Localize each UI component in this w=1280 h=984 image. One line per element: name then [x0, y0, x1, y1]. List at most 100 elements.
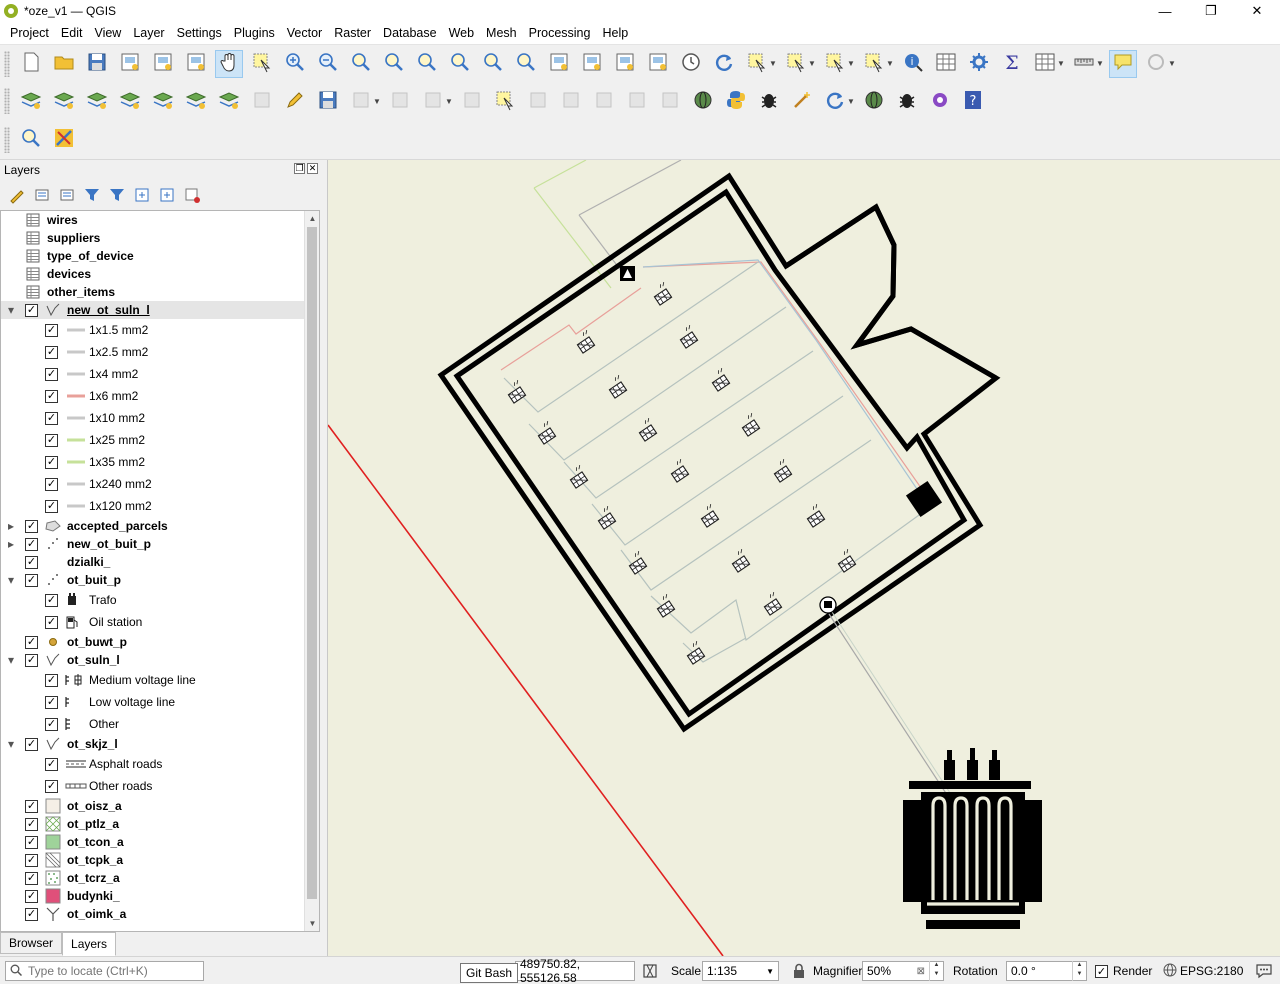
menu-web[interactable]: Web: [443, 23, 480, 43]
undo-button[interactable]: [623, 87, 651, 115]
layer-row-1x10-mm2[interactable]: ✓ 1x10 mm2: [1, 409, 305, 427]
select-by-location-button[interactable]: [860, 50, 888, 78]
expand-all-icon[interactable]: [131, 184, 153, 206]
delete-selected-button[interactable]: [491, 87, 519, 115]
modify-attributes-button[interactable]: [458, 87, 486, 115]
layer-visibility-checkbox[interactable]: ✓: [25, 737, 38, 751]
show-layout-manager-button[interactable]: [149, 50, 177, 78]
layer-visibility-checkbox[interactable]: ✓: [25, 889, 38, 903]
reload-plugin-button[interactable]: [821, 87, 849, 115]
collapse-icon[interactable]: ▾: [6, 653, 16, 667]
collapse-icon[interactable]: ▾: [6, 737, 16, 751]
add-vector-layer-button[interactable]: [215, 87, 243, 115]
remove-layer-icon[interactable]: [181, 184, 203, 206]
layer-row-1x1-5-mm2[interactable]: ✓ 1x1.5 mm2: [1, 321, 305, 339]
layer-visibility-checkbox[interactable]: ✓: [25, 555, 38, 569]
save-project-button[interactable]: [83, 50, 111, 78]
debug-button[interactable]: [755, 87, 783, 115]
layer-visibility-checkbox[interactable]: ✓: [25, 519, 38, 533]
collapse-icon[interactable]: ▾: [6, 303, 16, 317]
zoom-native-button[interactable]: [446, 50, 474, 78]
layer-visibility-checkbox[interactable]: ✓: [25, 635, 38, 649]
lock-scale-icon[interactable]: [792, 961, 806, 981]
paste-features-button[interactable]: [590, 87, 618, 115]
layer-visibility-checkbox[interactable]: ✓: [25, 907, 38, 921]
zoom-to-layer-button[interactable]: [413, 50, 441, 78]
scroll-down-icon[interactable]: ▼: [305, 916, 319, 931]
locator-input[interactable]: [28, 964, 198, 978]
open-field-calculator-button[interactable]: [1031, 50, 1059, 78]
select-features-button[interactable]: [743, 50, 771, 78]
add-wms-layer-button[interactable]: [182, 87, 210, 115]
menu-plugins[interactable]: Plugins: [228, 23, 281, 43]
float-panel-button[interactable]: ❐: [294, 163, 305, 174]
layer-row-ot-tcrz-a[interactable]: ✓ ot_tcrz_a: [1, 869, 305, 887]
coordinate-field[interactable]: 489750.82, 555126.58: [515, 957, 635, 984]
minimize-button[interactable]: —: [1142, 0, 1188, 22]
menu-processing[interactable]: Processing: [523, 23, 597, 43]
deselect-all-button[interactable]: [821, 50, 849, 78]
crs-button[interactable]: EPSG:2180: [1163, 961, 1243, 981]
layer-row-new-ot-suln-l[interactable]: ▾ ✓ new_ot_suln_l: [1, 301, 305, 319]
layer-row-type-of-device[interactable]: type_of_device: [1, 247, 305, 265]
layer-row-1x120-mm2[interactable]: ✓ 1x120 mm2: [1, 497, 305, 515]
layer-visibility-checkbox[interactable]: ✓: [25, 303, 38, 317]
layer-row-ot-buit-p[interactable]: ▾ ✓ ot_buit_p: [1, 571, 305, 589]
new-spatialite-layer-button[interactable]: [116, 87, 144, 115]
layer-visibility-checkbox[interactable]: ✓: [25, 835, 38, 849]
layer-visibility-checkbox[interactable]: ✓: [45, 499, 58, 513]
filter-legend-icon[interactable]: [81, 184, 103, 206]
new-spatial-bookmark-button[interactable]: [611, 50, 639, 78]
render-toggle[interactable]: ✓ Render: [1095, 961, 1152, 981]
processing-toolbox-button[interactable]: [965, 50, 993, 78]
zoom-out-button[interactable]: [314, 50, 342, 78]
data-source-manager-button[interactable]: [17, 87, 45, 115]
toolbar-grip[interactable]: [4, 126, 10, 153]
add-group-icon[interactable]: [31, 184, 53, 206]
plugin-gear-button[interactable]: [926, 87, 954, 115]
plugin-wand-button[interactable]: [788, 87, 816, 115]
zoom-in-button[interactable]: [281, 50, 309, 78]
pan-map-button[interactable]: [214, 49, 243, 78]
layer-row-wires[interactable]: wires: [1, 211, 305, 229]
layer-visibility-checkbox[interactable]: ✓: [25, 817, 38, 831]
layer-visibility-checkbox[interactable]: ✓: [25, 799, 38, 813]
georeferencer-button[interactable]: [689, 87, 717, 115]
layer-visibility-checkbox[interactable]: ✓: [45, 367, 58, 381]
menu-vector[interactable]: Vector: [281, 23, 328, 43]
layer-row-asphalt-roads[interactable]: ✓ Asphalt roads: [1, 755, 305, 773]
statistical-summary-button[interactable]: Σ: [998, 50, 1026, 78]
style-dock-icon[interactable]: [6, 184, 28, 206]
show-bookmarks-button[interactable]: [644, 50, 672, 78]
pan-to-selection-button[interactable]: [248, 50, 276, 78]
layer-row-budynki[interactable]: ✓ budynki_: [1, 887, 305, 905]
zoom-next-button[interactable]: [512, 50, 540, 78]
layer-visibility-checkbox[interactable]: ✓: [45, 673, 58, 687]
plugin-bug-button[interactable]: [893, 87, 921, 115]
layer-row-oil-station[interactable]: ✓ Oil station: [1, 613, 305, 631]
menu-edit[interactable]: Edit: [55, 23, 89, 43]
scroll-up-icon[interactable]: ▲: [305, 211, 319, 226]
tab-layers[interactable]: Layers: [62, 932, 117, 956]
new-project-button[interactable]: [17, 50, 45, 78]
layer-row-trafo[interactable]: ✓ Trafo: [1, 591, 305, 609]
help-button[interactable]: ?: [959, 87, 987, 115]
pro-tools-button[interactable]: [50, 126, 78, 154]
restore-button[interactable]: ❐: [1188, 0, 1234, 22]
layer-row-medium-voltage-line[interactable]: ✓ Medium voltage line: [1, 671, 305, 689]
new-print-layout-button[interactable]: [116, 50, 144, 78]
layer-row-low-voltage-line[interactable]: ✓ Low voltage line: [1, 693, 305, 711]
crs-value[interactable]: EPSG:2180: [1180, 964, 1243, 978]
layer-visibility-checkbox[interactable]: ✓: [45, 593, 58, 607]
layer-row-1x2-5-mm2[interactable]: ✓ 1x2.5 mm2: [1, 343, 305, 361]
refresh-button[interactable]: [710, 50, 738, 78]
layer-row-other-roads[interactable]: ✓ Other roads: [1, 777, 305, 795]
temporal-controller-button[interactable]: [677, 50, 705, 78]
layer-row-ot-ptlz-a[interactable]: ✓ ot_ptlz_a: [1, 815, 305, 833]
menu-view[interactable]: View: [88, 23, 127, 43]
manage-visibility-icon[interactable]: [56, 184, 78, 206]
layer-visibility-checkbox[interactable]: ✓: [45, 455, 58, 469]
layer-visibility-checkbox[interactable]: ✓: [45, 323, 58, 337]
layer-row-ot-oimk-a[interactable]: ✓ ot_oimk_a: [1, 905, 305, 923]
save-layer-edits-button[interactable]: [314, 87, 342, 115]
